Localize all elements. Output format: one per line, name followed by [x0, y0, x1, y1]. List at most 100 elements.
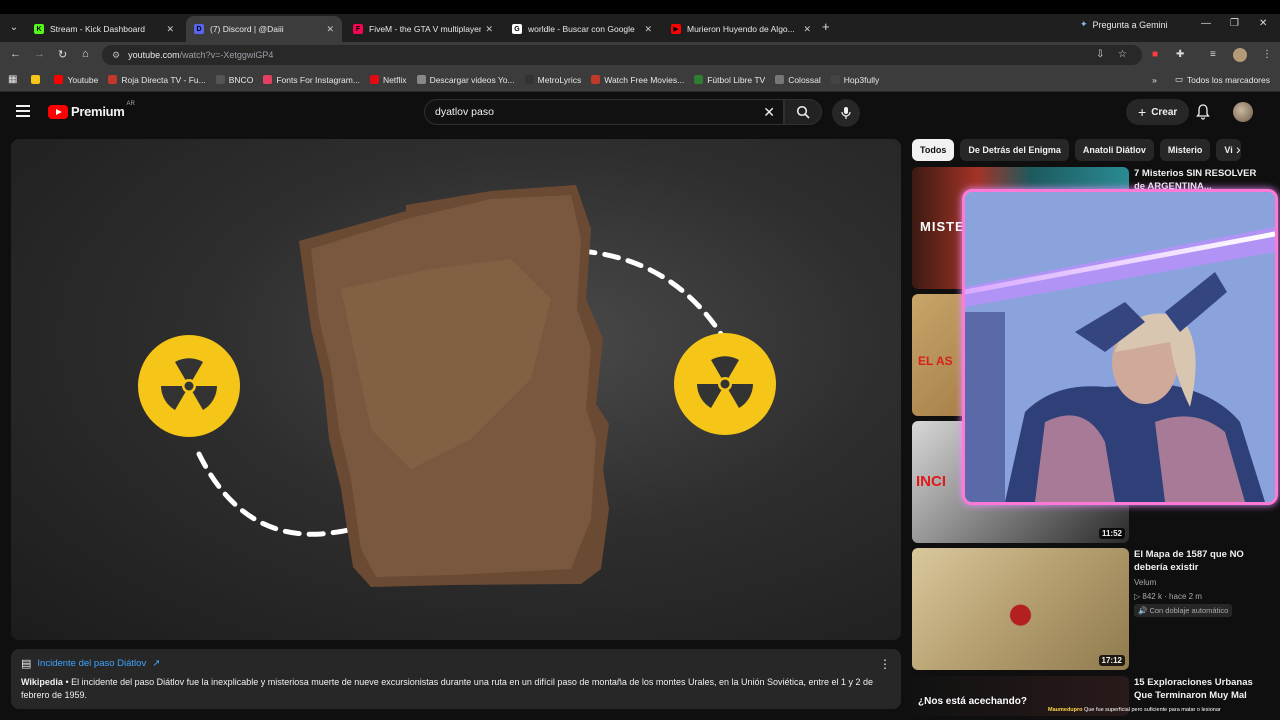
- home-icon[interactable]: ⌂: [82, 48, 89, 60]
- media-control-icon[interactable]: ≡: [1210, 49, 1216, 60]
- bookmark-favicon-icon: [31, 75, 41, 84]
- rec-thumb-4[interactable]: 17:12: [912, 548, 1129, 670]
- bookmark-favicon-icon: [215, 75, 225, 84]
- profile-avatar[interactable]: [1233, 48, 1247, 62]
- filter-chip[interactable]: Anatoli Diátlov: [1074, 139, 1154, 161]
- bookmark-item[interactable]: Descargar videos Yo...: [416, 75, 515, 85]
- tab-label: FiveM - the GTA V multiplayer: [369, 24, 482, 34]
- bookmark-item[interactable]: BNCO: [215, 74, 254, 85]
- tab-label: Murieron Huyendo de Algo...: [687, 24, 795, 34]
- search-button[interactable]: [784, 99, 822, 125]
- tab-close-icon[interactable]: ✕: [485, 24, 493, 35]
- chevron-right-icon[interactable]: ›: [1236, 141, 1241, 157]
- more-bookmarks-icon[interactable]: »: [1152, 75, 1157, 85]
- bookmark-item[interactable]: Roja Directa TV - Fu...: [108, 74, 206, 85]
- extension-icon[interactable]: ■: [1152, 49, 1158, 60]
- notifications-icon[interactable]: [1196, 104, 1210, 125]
- new-tab-button[interactable]: +: [822, 19, 830, 34]
- tab-favicon-icon: K: [34, 24, 44, 34]
- info-panel: ▤ Incidente del paso Diátlov ↗ Wikipedia •…: [11, 649, 901, 709]
- auto-dub-badge: 🔊 Con doblaje automático: [1134, 604, 1233, 617]
- filter-chip[interactable]: Misterio: [1159, 139, 1211, 161]
- browser-tab[interactable]: ▶ Murieron Huyendo de Algo... ✕: [663, 16, 819, 42]
- duration-badge: 17:12: [1098, 655, 1125, 666]
- bookmark-item[interactable]: Fútbol Libre TV: [694, 75, 765, 85]
- bookmark-favicon-icon: [108, 75, 118, 84]
- bookmark-item[interactable]: MetroLyrics: [524, 75, 581, 85]
- external-link-icon: ↗: [152, 658, 161, 669]
- gemini-button[interactable]: ✦ Pregunta a Gemini: [1080, 19, 1168, 30]
- filter-chip[interactable]: Todos: [912, 139, 955, 161]
- bookmark-item[interactable]: Hop3fully: [830, 75, 879, 85]
- wiki-source: Wikipedia: [21, 677, 63, 687]
- bookmark-label: Roja Directa TV - Fu...: [121, 74, 206, 85]
- bookmark-item[interactable]: Fonts For Instagram...: [263, 75, 360, 85]
- browser-tab[interactable]: D (7) Discord | @Daiii ✕: [186, 16, 342, 42]
- back-icon[interactable]: ←: [10, 48, 21, 60]
- tab-close-icon[interactable]: ✕: [326, 24, 334, 35]
- site-info-icon[interactable]: ⚙: [112, 50, 120, 61]
- filter-chips: Todos De Detrás del Enigma Anatoli Diátlov…: [912, 139, 1252, 161]
- dub-icon: 🔊: [1138, 606, 1150, 615]
- all-bookmarks[interactable]: » ▭ Todos los marcadores: [1152, 74, 1270, 85]
- torn-cloth: [299, 185, 609, 587]
- more-options-icon[interactable]: ⋮: [879, 657, 891, 671]
- browser-tab[interactable]: K Stream - Kick Dashboard ✕: [26, 16, 182, 42]
- bookmark-label: BNCO: [228, 74, 254, 85]
- browser-tab[interactable]: Gworldle - Buscar con Google ✕: [504, 16, 660, 42]
- search-input[interactable]: dyatlov paso ✕: [424, 99, 784, 125]
- address-bar[interactable]: ⚙ youtube.com/watch?v=-XetggwiGP4: [102, 45, 1142, 65]
- bookmark-item[interactable]: Watch Free Movies...: [591, 75, 684, 85]
- video-player[interactable]: [11, 139, 901, 640]
- bookmark-item[interactable]: Colossal: [775, 75, 821, 85]
- install-app-icon[interactable]: ⇩: [1096, 49, 1104, 60]
- youtube-logo[interactable]: Premium AR: [48, 101, 135, 119]
- close-window-icon[interactable]: ✕: [1259, 18, 1267, 29]
- filter-chip[interactable]: De Detrás del Enigma: [960, 139, 1069, 161]
- voice-search-button[interactable]: [832, 99, 860, 127]
- browser-tab[interactable]: F FiveM - the GTA V multiplayer ✕: [345, 16, 501, 42]
- tab-close-icon[interactable]: ✕: [803, 24, 811, 35]
- list-icon: ▤: [21, 658, 32, 670]
- apps-grid-icon[interactable]: ▦: [8, 74, 17, 85]
- tab-favicon-icon: D: [194, 24, 204, 34]
- maximize-icon[interactable]: ❐: [1230, 18, 1239, 29]
- tab-close-icon[interactable]: ✕: [166, 24, 174, 35]
- duration-badge: 11:52: [1098, 528, 1125, 539]
- forward-icon[interactable]: →: [34, 48, 45, 60]
- tab-search-icon[interactable]: ⌄: [6, 19, 22, 35]
- rec-channel-4[interactable]: Velum: [1134, 578, 1156, 587]
- badge-text: Con doblaje automático: [1149, 606, 1229, 615]
- plus-icon: +: [1138, 104, 1147, 120]
- create-button[interactable]: + Crear: [1126, 99, 1190, 125]
- bookmark-favicon-icon: [263, 75, 273, 84]
- thumb-caption-acechando: ¿Nos está acechando?: [918, 696, 1027, 707]
- bookmark-label: Netflix: [382, 74, 407, 85]
- wiki-link[interactable]: Incidente del paso Diátlov: [37, 658, 146, 669]
- menu-icon[interactable]: [16, 105, 30, 117]
- rec-title-4[interactable]: El Mapa de 1587 que NO debería existir: [1134, 548, 1264, 574]
- tab-close-icon[interactable]: ✕: [644, 24, 652, 35]
- bookmark-star-icon[interactable]: ☆: [1118, 49, 1127, 60]
- chrome-menu-icon[interactable]: ⋮: [1262, 49, 1272, 60]
- tab-favicon-icon: F: [353, 24, 363, 34]
- account-avatar[interactable]: [1233, 102, 1253, 122]
- bookmark-label: Fonts For Instagram...: [276, 74, 360, 85]
- tab-label: Stream - Kick Dashboard: [50, 24, 145, 34]
- clear-search-icon[interactable]: ✕: [763, 104, 775, 121]
- reload-icon[interactable]: ↻: [58, 48, 67, 61]
- bookmark-item[interactable]: Netflix: [369, 74, 407, 85]
- microphone-icon: [841, 107, 851, 119]
- minimize-icon[interactable]: —: [1201, 18, 1211, 29]
- bookmark-item[interactable]: [31, 75, 44, 84]
- rec-title-5[interactable]: 15 Exploraciones Urbanas Que Terminaron …: [1134, 676, 1264, 702]
- all-bookmarks-label: Todos los marcadores: [1186, 74, 1270, 85]
- tab-favicon-icon: ▶: [671, 24, 681, 34]
- tab-label: worldle - Buscar con Google: [528, 24, 635, 34]
- thumb-caption-asesino: EL AS: [918, 354, 953, 368]
- search-query: dyatlov paso: [435, 106, 494, 118]
- bookmark-item[interactable]: Youtube: [54, 75, 98, 85]
- extensions-puzzle-icon[interactable]: ✚: [1176, 49, 1184, 60]
- youtube-header: Premium AR dyatlov paso ✕ + Crear: [0, 93, 1280, 133]
- video-frame: [138, 185, 776, 587]
